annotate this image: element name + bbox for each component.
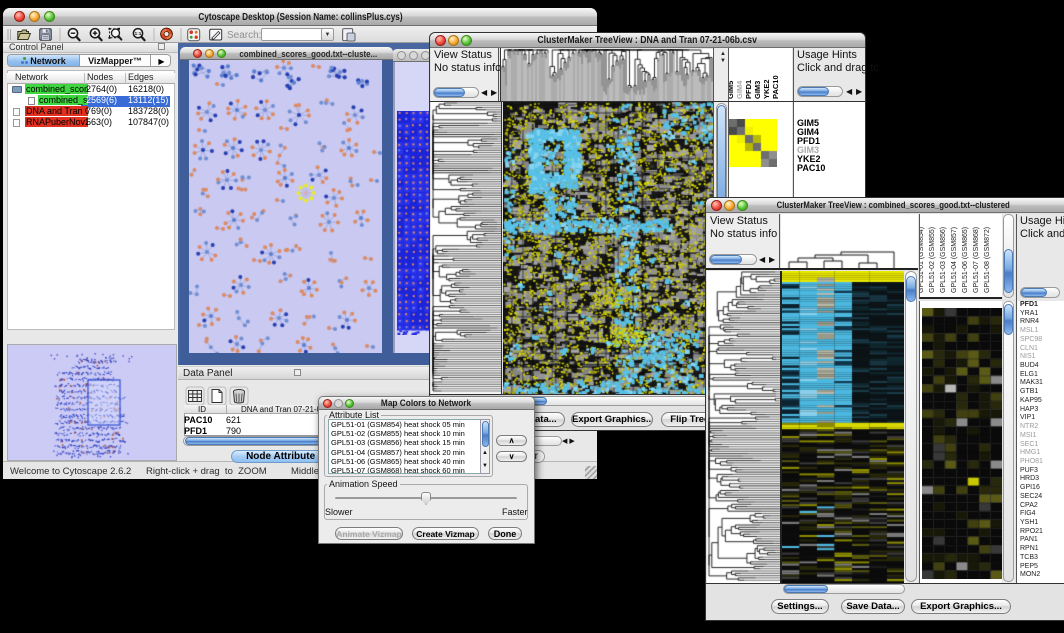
svg-text:1:1: 1:1 xyxy=(135,31,142,36)
